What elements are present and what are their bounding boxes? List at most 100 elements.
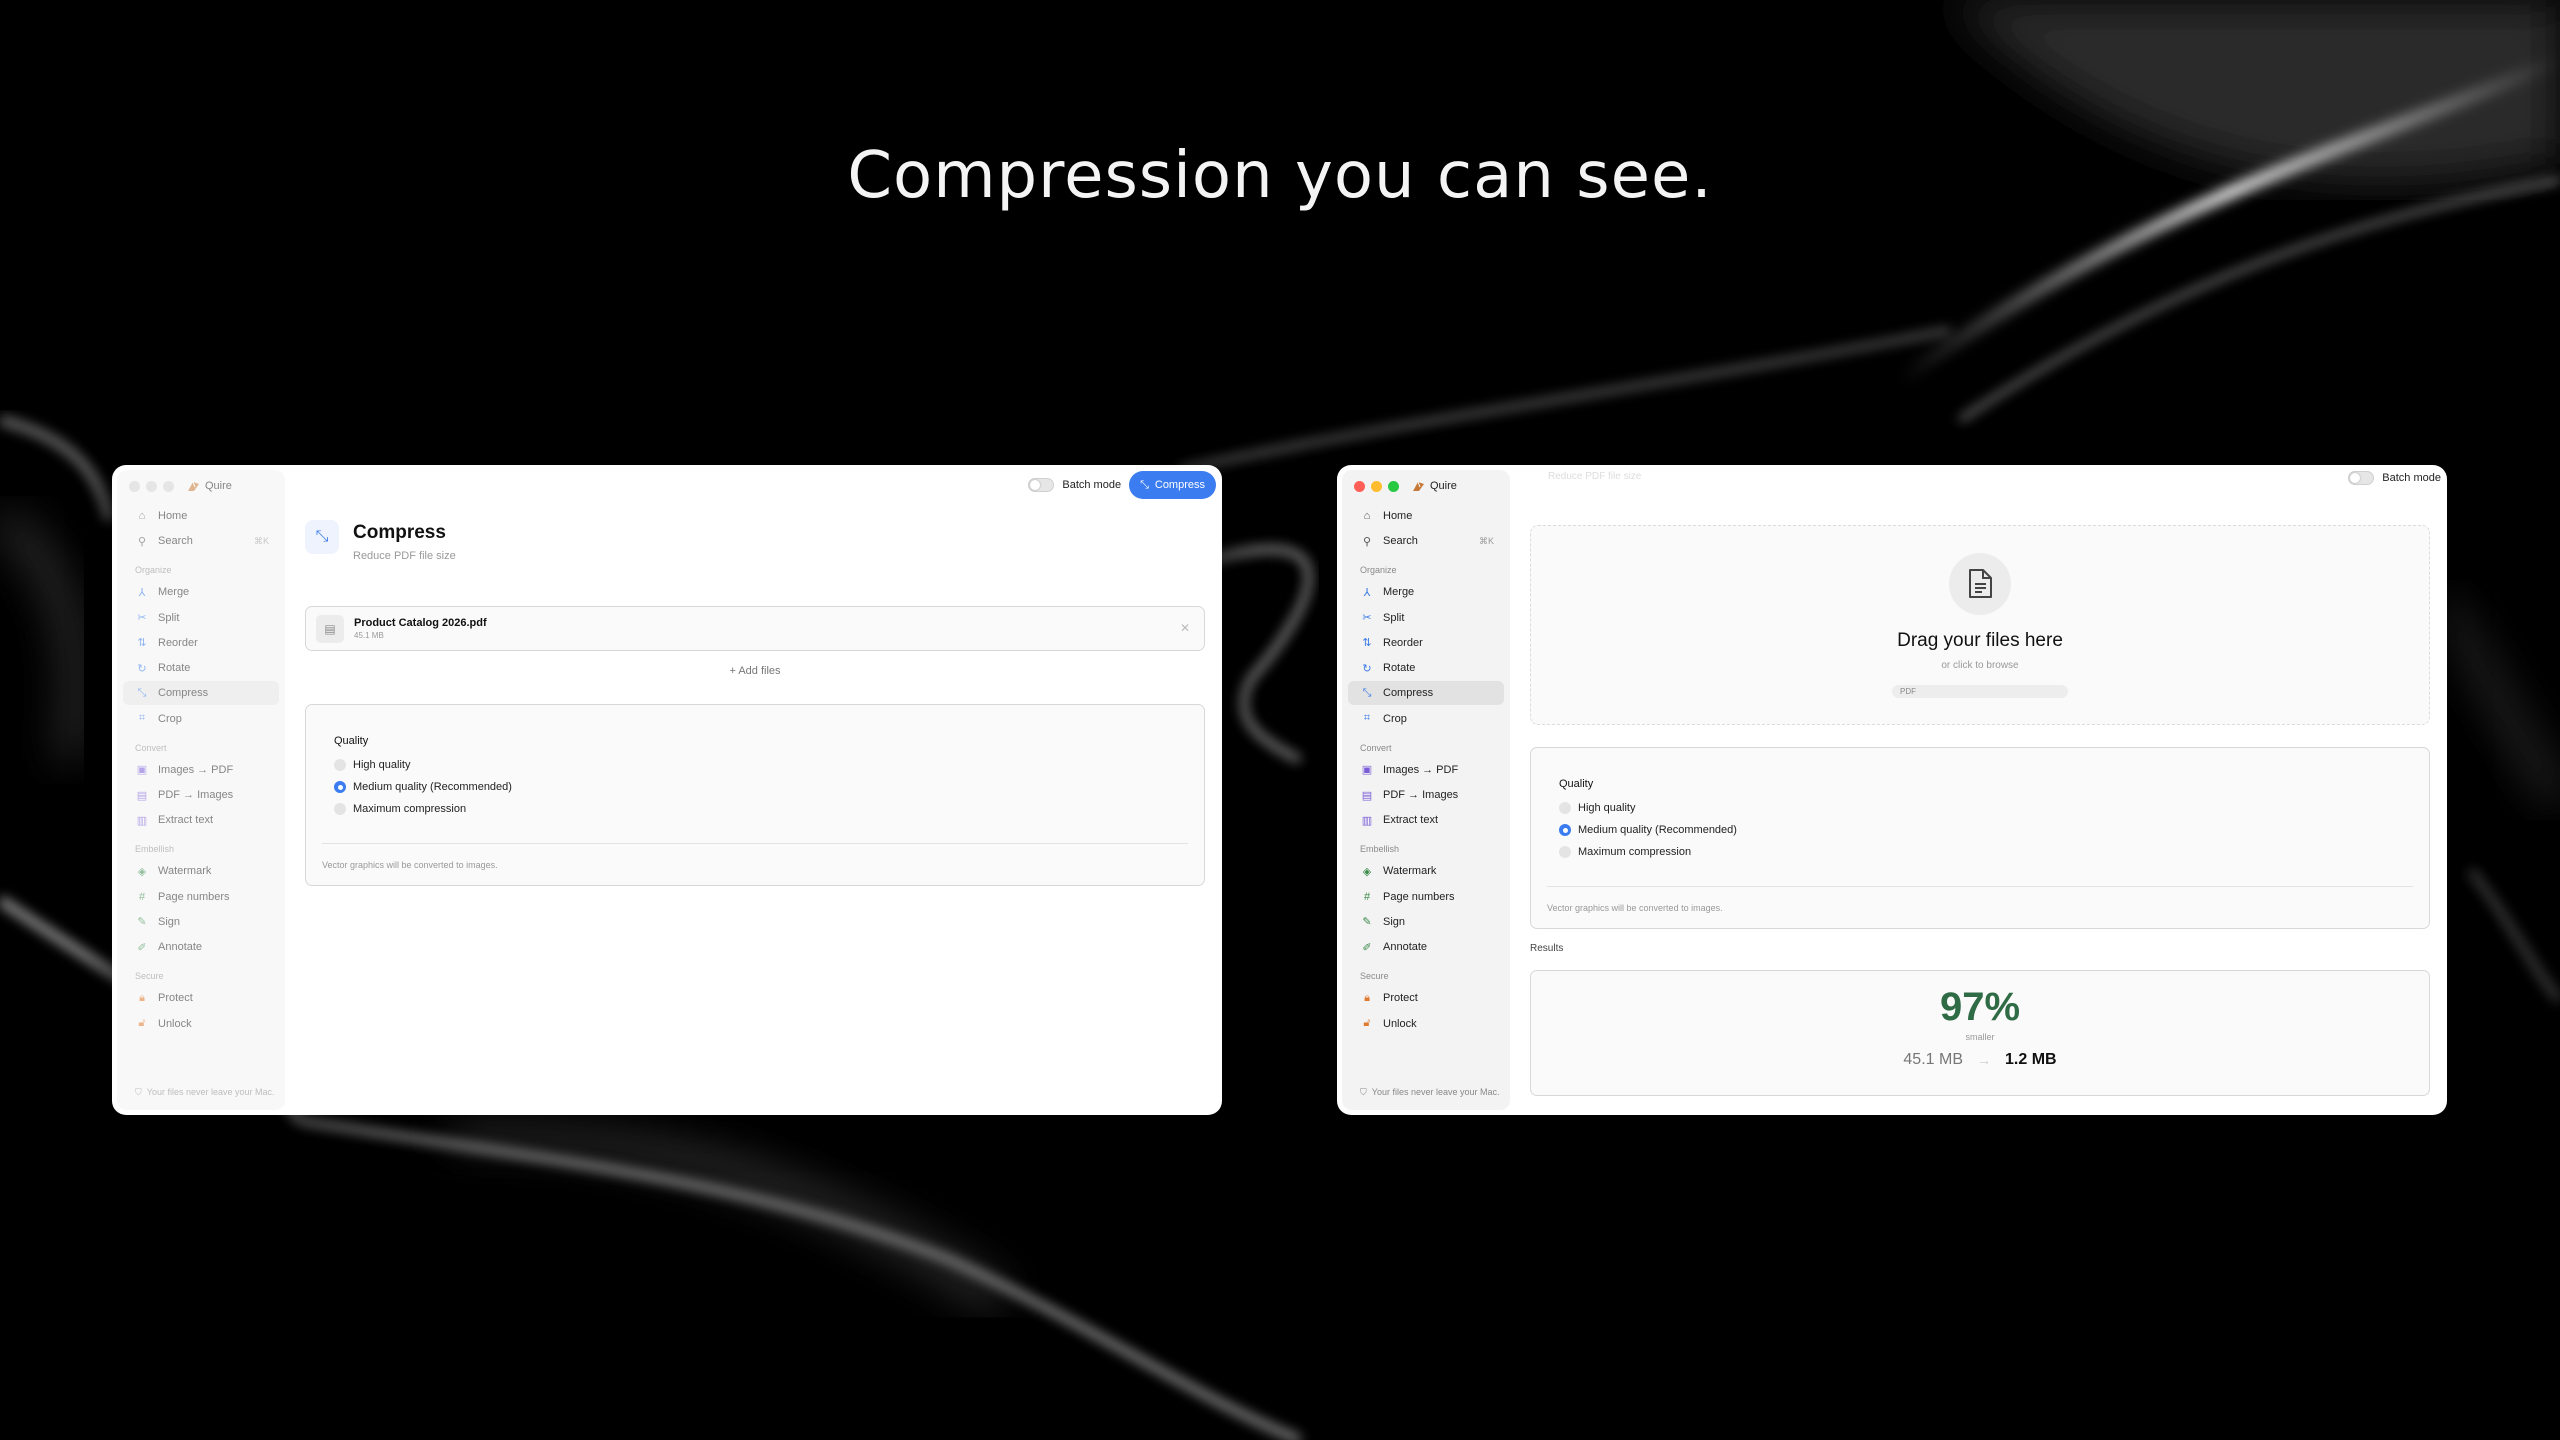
sidebar-item-pdf-to-images[interactable]: ▤ PDF → Images <box>1348 783 1504 807</box>
quality-option-label: Medium quality (Recommended) <box>1578 824 1737 836</box>
sidebar-item-label: Page numbers <box>158 890 230 903</box>
sidebar-item-extract-text[interactable]: ▥ Extract text <box>1348 808 1504 832</box>
sidebar-item-unlock[interactable]: 🔓︎ Unlock <box>1348 1012 1504 1036</box>
sidebar-item-search[interactable]: ⚲ Search ⌘K <box>1348 529 1504 553</box>
sidebar-item-label: Split <box>1383 611 1405 624</box>
sidebar-item-label: Compress <box>1383 687 1434 700</box>
sidebar-item-label: Extract text <box>1383 814 1439 827</box>
compress-icon: ⤡ <box>305 520 339 554</box>
file-dropzone[interactable]: Drag your files here or click to browse … <box>1530 525 2430 725</box>
zoom-window-button[interactable] <box>1388 481 1399 492</box>
sidebar-item-label: PDF → Images <box>158 789 234 802</box>
quality-option-maximum[interactable]: Maximum compression <box>334 798 512 820</box>
add-files-button[interactable]: + Add files <box>305 665 1205 677</box>
reorder-icon: ⇅ <box>1362 637 1372 650</box>
sidebar-item-pdf-to-images[interactable]: ▤ PDF → Images <box>123 783 279 807</box>
zoom-window-button[interactable] <box>163 481 174 492</box>
document-icon: ▤ <box>1361 789 1373 802</box>
quality-option-label: High quality <box>1578 802 1636 814</box>
size-comparison: 45.1 MB → 1.2 MB <box>1531 1051 2429 1069</box>
sidebar-item-page-numbers[interactable]: # Page numbers <box>1348 885 1504 909</box>
file-size: 45.1 MB <box>354 631 384 640</box>
dropzone-title: Drag your files here <box>1897 630 2063 651</box>
lock-icon: 🔒︎ <box>139 991 145 1004</box>
sidebar-item-protect[interactable]: 🔒︎ Protect <box>123 986 279 1010</box>
close-window-button[interactable] <box>129 481 140 492</box>
sidebar-item-watermark[interactable]: ◈ Watermark <box>123 859 279 883</box>
original-size: 45.1 MB <box>1903 1051 1963 1068</box>
sidebar-item-label: Watermark <box>1383 865 1437 878</box>
sidebar-item-rotate[interactable]: ↻ Rotate <box>1348 656 1504 680</box>
sidebar-item-rotate[interactable]: ↻ Rotate <box>123 656 279 680</box>
quality-option-medium[interactable]: Medium quality (Recommended) <box>1559 819 1737 841</box>
close-window-button[interactable] <box>1354 481 1365 492</box>
quality-option-maximum[interactable]: Maximum compression <box>1559 841 1737 863</box>
radio-button[interactable] <box>1559 846 1571 858</box>
sidebar-item-images-to-pdf[interactable]: ▣ Images → PDF <box>123 758 279 782</box>
pdf-file-icon: ▤ <box>316 614 344 643</box>
sidebar-item-home[interactable]: ⌂ Home <box>123 504 279 528</box>
home-icon: ⌂ <box>1363 510 1371 522</box>
unlock-icon: 🔓︎ <box>138 1017 146 1030</box>
arrow-right-icon: → <box>1977 1052 1991 1068</box>
sidebar-item-crop[interactable]: ⌗ Crop <box>123 707 279 731</box>
shield-icon: ⛉ <box>135 1087 142 1098</box>
sidebar-item-merge[interactable]: ⅄ Merge <box>123 580 279 604</box>
results-card: 97% smaller 45.1 MB → 1.2 MB <box>1530 970 2430 1096</box>
sidebar-item-extract-text[interactable]: ▥ Extract text <box>123 808 279 832</box>
compressed-size: 1.2 MB <box>2005 1051 2057 1068</box>
radio-button-selected[interactable] <box>1559 824 1571 836</box>
quality-option-medium[interactable]: Medium quality (Recommended) <box>334 776 512 798</box>
sidebar-nav: ⌂ Home ⚲ Search ⌘K Organize ⅄ Merge ✂ Split ⇅… <box>1348 504 1504 1037</box>
unlock-icon: 🔓︎ <box>1363 1017 1371 1030</box>
file-card[interactable]: ▤ Product Catalog 2026.pdf 45.1 MB ✕ <box>305 606 1205 651</box>
quality-options: High quality Medium quality (Recommended… <box>334 754 512 820</box>
app-title: Quire <box>1412 480 1457 492</box>
sidebar-item-sign[interactable]: ✎ Sign <box>123 910 279 934</box>
minimize-window-button[interactable] <box>146 481 157 492</box>
sidebar: Quire ⌂ Home ⚲ Search ⌘K Organize ⅄ Merge ✂ S… <box>1342 470 1510 1110</box>
sidebar-item-merge[interactable]: ⅄ Merge <box>1348 580 1504 604</box>
page-subtitle: Reduce PDF file size <box>353 550 456 562</box>
tool-header: ⤡ Compress Reduce PDF file size <box>305 520 456 562</box>
sidebar-item-compress[interactable]: ⤡ Compress <box>1348 681 1504 706</box>
sidebar-item-split[interactable]: ✂ Split <box>1348 606 1504 630</box>
quality-option-high[interactable]: High quality <box>334 754 512 776</box>
sidebar-item-unlock[interactable]: 🔓︎ Unlock <box>123 1012 279 1036</box>
sidebar-item-search[interactable]: ⚲ Search ⌘K <box>123 529 279 553</box>
sidebar-item-sign[interactable]: ✎ Sign <box>1348 910 1504 934</box>
sidebar-item-home[interactable]: ⌂ Home <box>1348 504 1504 528</box>
sidebar-item-annotate[interactable]: ✐ Annotate <box>1348 935 1504 959</box>
sidebar-item-reorder[interactable]: ⇅ Reorder <box>1348 631 1504 655</box>
sidebar-item-annotate[interactable]: ✐ Annotate <box>123 935 279 959</box>
radio-button[interactable] <box>334 803 346 815</box>
sidebar-item-label: Unlock <box>158 1017 192 1030</box>
sidebar-item-reorder[interactable]: ⇅ Reorder <box>123 631 279 655</box>
sidebar-item-protect[interactable]: 🔒︎ Protect <box>1348 986 1504 1010</box>
quality-heading: Quality <box>334 735 369 747</box>
sidebar-item-label: Home <box>158 510 188 522</box>
sidebar-item-label: Page numbers <box>1383 890 1455 903</box>
quality-option-high[interactable]: High quality <box>1559 797 1737 819</box>
lock-icon: 🔒︎ <box>1364 991 1370 1004</box>
results-label: Results <box>1530 943 1564 954</box>
radio-button[interactable] <box>334 759 346 771</box>
sidebar-item-images-to-pdf[interactable]: ▣ Images → PDF <box>1348 758 1504 782</box>
quality-note: Vector graphics will be converted to ima… <box>1547 903 1723 913</box>
sidebar-item-split[interactable]: ✂ Split <box>123 606 279 630</box>
minimize-window-button[interactable] <box>1371 481 1382 492</box>
radio-button-selected[interactable] <box>334 781 346 793</box>
sidebar-item-label: Crop <box>158 712 182 725</box>
sidebar-item-label: Images → PDF <box>158 763 234 776</box>
sidebar-item-crop[interactable]: ⌗ Crop <box>1348 707 1504 731</box>
sidebar-item-label: Search <box>1383 535 1418 548</box>
sidebar-item-compress[interactable]: ⤡ Compress <box>123 681 279 706</box>
remove-file-icon[interactable]: ✕ <box>1180 621 1190 635</box>
sidebar-item-label: Reorder <box>158 636 198 649</box>
radio-button[interactable] <box>1559 802 1571 814</box>
signature-icon: ✎ <box>1362 916 1372 929</box>
sidebar-item-page-numbers[interactable]: # Page numbers <box>123 885 279 909</box>
document-icon <box>1949 553 2011 615</box>
sidebar-item-watermark[interactable]: ◈ Watermark <box>1348 859 1504 883</box>
quality-option-label: High quality <box>353 759 411 771</box>
